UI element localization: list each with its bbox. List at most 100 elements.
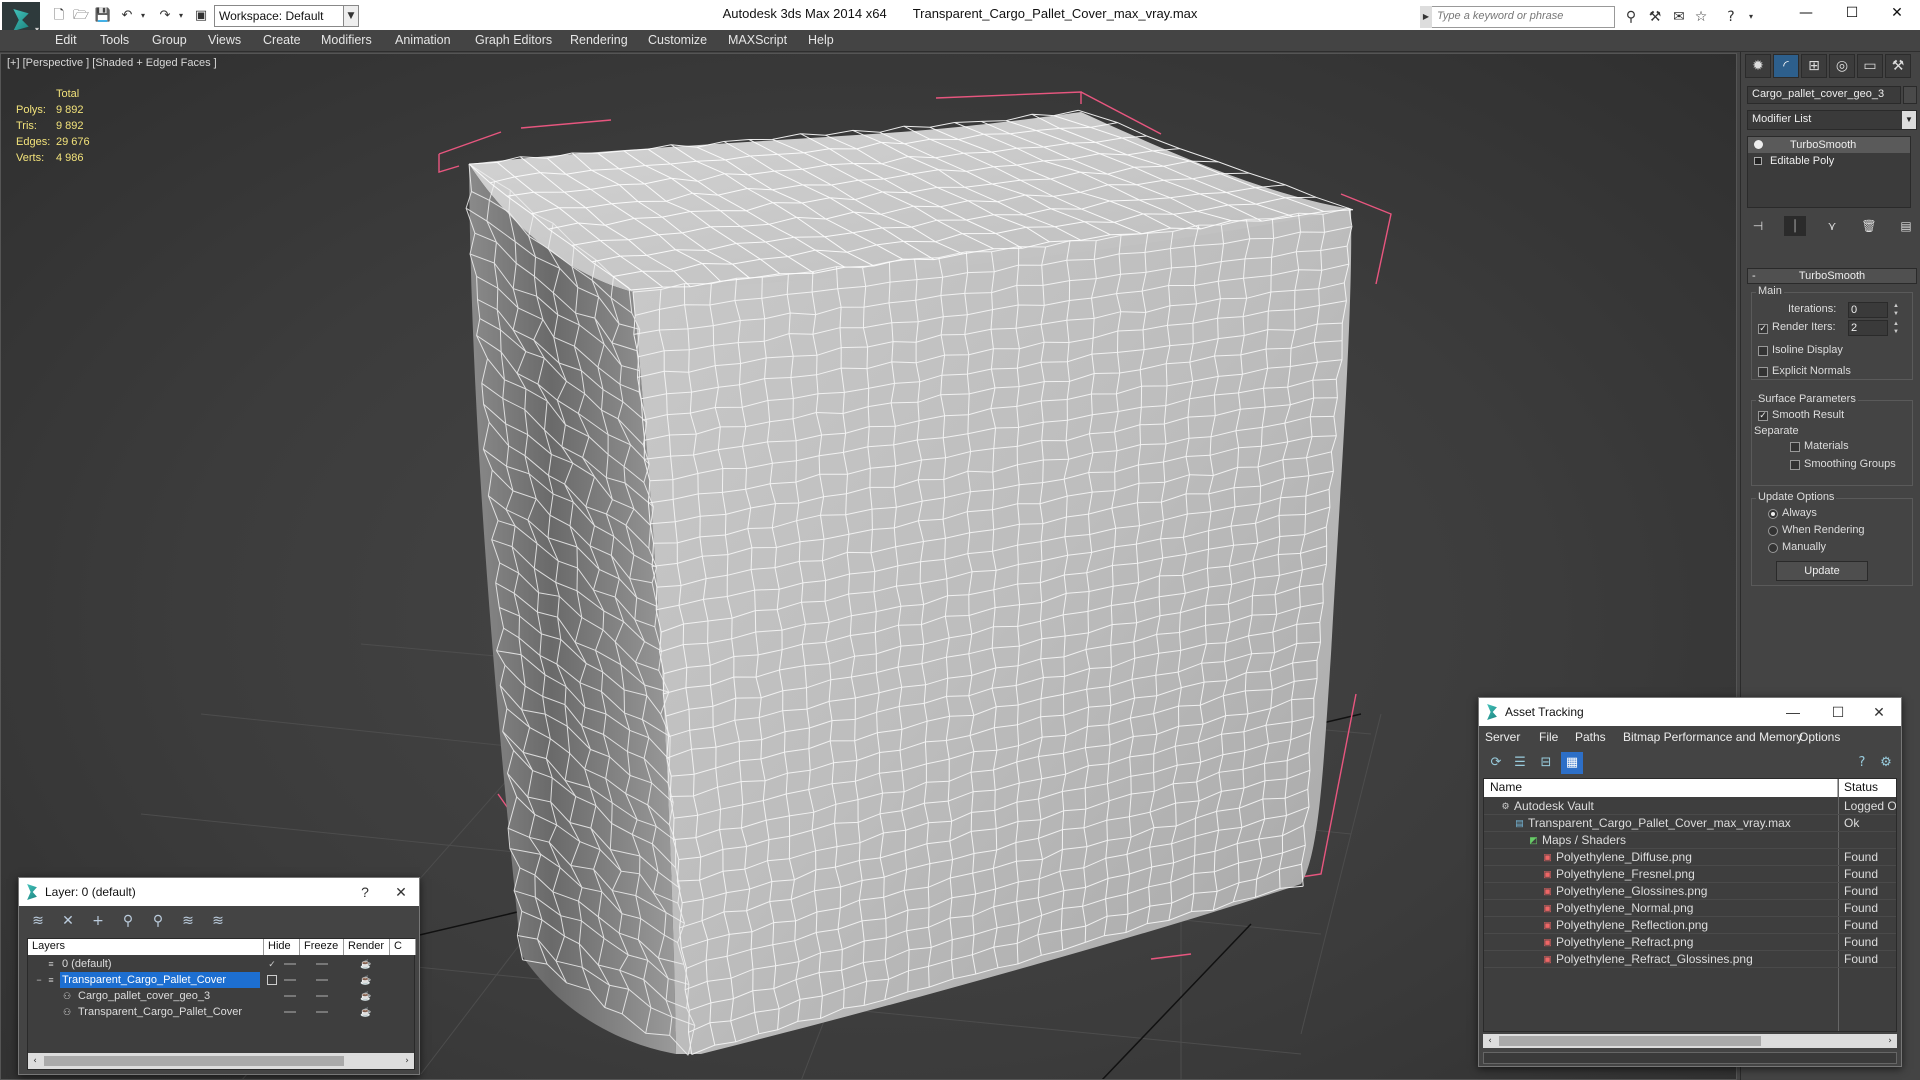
asset-row[interactable]: ▣ Polyethylene_Normal.png Found [1484,900,1896,917]
freeze-toggle[interactable] [316,995,328,997]
menu-animation[interactable]: Animation [395,33,451,47]
menu-server[interactable]: Server [1485,730,1520,744]
update-button[interactable]: Update [1776,561,1868,581]
close-button[interactable]: ✕ [1874,0,1920,26]
make-unique-icon[interactable]: ⋎ [1821,216,1843,236]
smooth-result-checkbox[interactable]: ✓ [1758,411,1768,421]
motion-tab-icon[interactable]: ◎ [1829,54,1855,78]
scroll-left-icon[interactable]: ‹ [1483,1034,1497,1048]
menu-maxscript[interactable]: MAXScript [728,33,787,47]
horizontal-scrollbar[interactable]: ‹ › [1483,1034,1897,1048]
display-tab-icon[interactable]: ▭ [1857,54,1883,78]
utilities-tab-icon[interactable]: ⚒ [1885,54,1911,78]
render-iters-spinner[interactable]: 2 [1848,320,1899,336]
help-button[interactable]: ? [347,878,383,906]
scroll-left-icon[interactable]: ‹ [28,1053,42,1069]
menu-options[interactable]: Options [1799,730,1840,744]
menu-create[interactable]: Create [263,33,301,47]
stack-item-turbosmooth[interactable]: TurboSmooth [1748,137,1910,153]
modify-tab-icon[interactable]: ◜ [1773,54,1799,78]
help-dropdown-icon[interactable]: ▾ [1742,8,1760,26]
save-icon[interactable]: 💾 [94,7,112,25]
materials-checkbox[interactable] [1790,442,1800,452]
horizontal-scrollbar[interactable]: ‹ › [28,1053,414,1069]
layer-window-titlebar[interactable]: Layer: 0 (default) ? ✕ [19,878,419,906]
turbosmooth-rollout-header[interactable]: - TurboSmooth [1747,268,1917,284]
favorites-star-icon[interactable]: ☆ [1692,8,1710,26]
create-tab-icon[interactable]: ✹ [1745,54,1771,78]
search-expand-icon[interactable]: ▶ [1420,6,1432,28]
show-end-result-icon[interactable]: ⏐ [1784,216,1806,236]
menu-group[interactable]: Group [152,33,187,47]
object-color-swatch[interactable] [1903,86,1917,104]
scroll-right-icon[interactable]: › [400,1053,414,1069]
highlight-layer-icon[interactable]: ⚲ [147,910,169,932]
help-icon[interactable]: ? [1722,8,1740,26]
asset-row[interactable]: ⚙ Autodesk Vault Logged Out [1484,798,1896,815]
menu-rendering[interactable]: Rendering [570,33,628,47]
close-button[interactable]: ✕ [383,878,419,906]
column-layers[interactable]: Layers [28,939,264,955]
render-teapot-icon[interactable]: ☕ [360,975,372,985]
maximize-button[interactable]: ☐ [1820,698,1856,726]
menu-bitmap-performance[interactable]: Bitmap Performance and Memory [1623,730,1802,744]
current-layer-box[interactable] [267,975,277,985]
column-render[interactable]: Render [344,939,390,955]
remove-modifier-icon[interactable]: 🗑 [1858,216,1880,236]
asset-row[interactable]: ▣ Polyethylene_Reflection.png Found [1484,917,1896,934]
scrollbar-thumb[interactable] [44,1056,344,1066]
table-view-icon[interactable]: ▦ [1561,752,1583,774]
expand-box-icon[interactable] [1754,157,1762,165]
column-freeze[interactable]: Freeze [300,939,344,955]
menu-file[interactable]: File [1539,730,1558,744]
new-file-icon[interactable]: 🗋 [50,7,68,25]
hide-toggle[interactable] [284,1011,296,1013]
search-input[interactable]: Type a keyword or phrase [1420,6,1615,28]
freeze-toggle[interactable] [316,979,328,981]
menu-edit[interactable]: Edit [55,33,77,47]
undo-dropdown-icon[interactable]: ▾ [134,7,152,25]
freeze-toggle[interactable] [316,1011,328,1013]
object-name-field[interactable]: Cargo_pallet_cover_geo_3 [1747,86,1901,104]
iterations-spinner[interactable]: 0 [1848,302,1899,318]
stack-item-editable-poly[interactable]: Editable Poly [1748,153,1910,169]
menu-paths[interactable]: Paths [1575,730,1606,744]
freeze-all-icon[interactable]: ≋ [207,910,229,932]
hide-all-icon[interactable]: ≋ [177,910,199,932]
settings-icon[interactable]: ⚙ [1875,752,1897,774]
asset-row[interactable]: ▣ Polyethylene_Refract.png Found [1484,934,1896,951]
asset-row[interactable]: ▣ Polyethylene_Glossines.png Found [1484,883,1896,900]
menu-graph-editors[interactable]: Graph Editors [475,33,552,47]
layer-row[interactable]: ⚇ Cargo_pallet_cover_geo_3 ☕ [28,988,416,1004]
refresh-icon[interactable]: ⟳ [1485,752,1507,774]
scrollbar-thumb[interactable] [1499,1036,1761,1046]
subscription-icon[interactable]: ⚒ [1646,8,1664,26]
column-status[interactable]: Status [1838,779,1896,797]
column-hide[interactable]: Hide [264,939,300,955]
render-teapot-icon[interactable]: ☕ [360,1007,372,1017]
isoline-display-checkbox[interactable] [1758,346,1768,356]
modifier-list-dropdown[interactable]: Modifier List ▼ [1747,110,1917,130]
menu-help[interactable]: Help [808,33,834,47]
manually-radio[interactable] [1768,543,1778,553]
menu-tools[interactable]: Tools [100,33,129,47]
tree-view-icon[interactable]: ⊟ [1535,752,1557,774]
always-radio[interactable] [1768,509,1778,519]
quick-access-dropdown[interactable]: ▼ [343,5,359,27]
expand-icon[interactable]: − [34,975,44,985]
scroll-right-icon[interactable]: › [1883,1034,1897,1048]
delete-layer-icon[interactable]: ✕ [57,910,79,932]
asset-row[interactable]: ▣ Polyethylene_Diffuse.png Found [1484,849,1896,866]
maximize-button[interactable]: ☐ [1829,0,1875,26]
pin-stack-icon[interactable]: ⊣ [1747,216,1769,236]
hide-toggle[interactable] [284,963,296,965]
menu-views[interactable]: Views [208,33,241,47]
lightbulb-icon[interactable] [1754,140,1763,149]
layer-row[interactable]: − ≡ Transparent_Cargo_Pallet_Cover ☕ [28,972,416,988]
layer-row[interactable]: ≡ 0 (default) ✓ ☕ [28,956,416,972]
layer-row[interactable]: ⚇ Transparent_Cargo_Pallet_Cover ☕ [28,1004,416,1020]
viewport-label[interactable]: [+] [Perspective ] [Shaded + Edged Faces… [7,57,217,69]
configure-sets-icon[interactable]: ▤ [1895,216,1917,236]
hide-toggle[interactable] [284,995,296,997]
menu-customize[interactable]: Customize [648,33,707,47]
